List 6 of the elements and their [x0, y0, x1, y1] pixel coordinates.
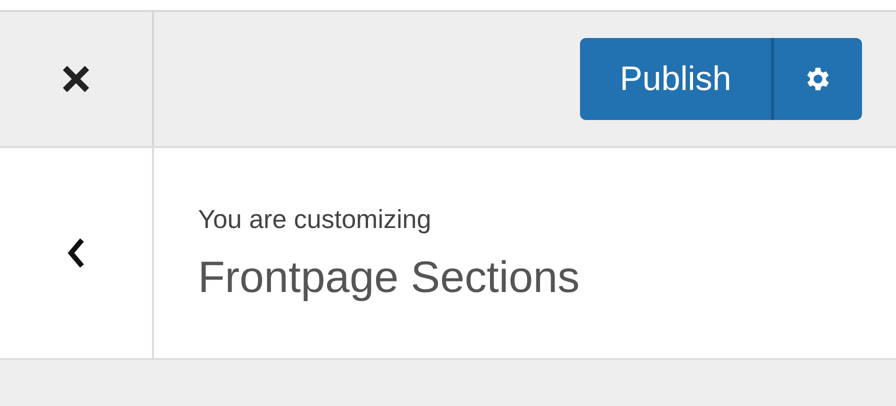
close-icon[interactable]: [61, 64, 91, 94]
back-icon[interactable]: [66, 237, 86, 269]
panel-subtitle: You are customizing: [198, 204, 432, 234]
publish-button[interactable]: Publish: [580, 38, 774, 120]
settings-button[interactable]: [774, 38, 862, 120]
panel-title: Frontpage Sections: [198, 252, 581, 302]
